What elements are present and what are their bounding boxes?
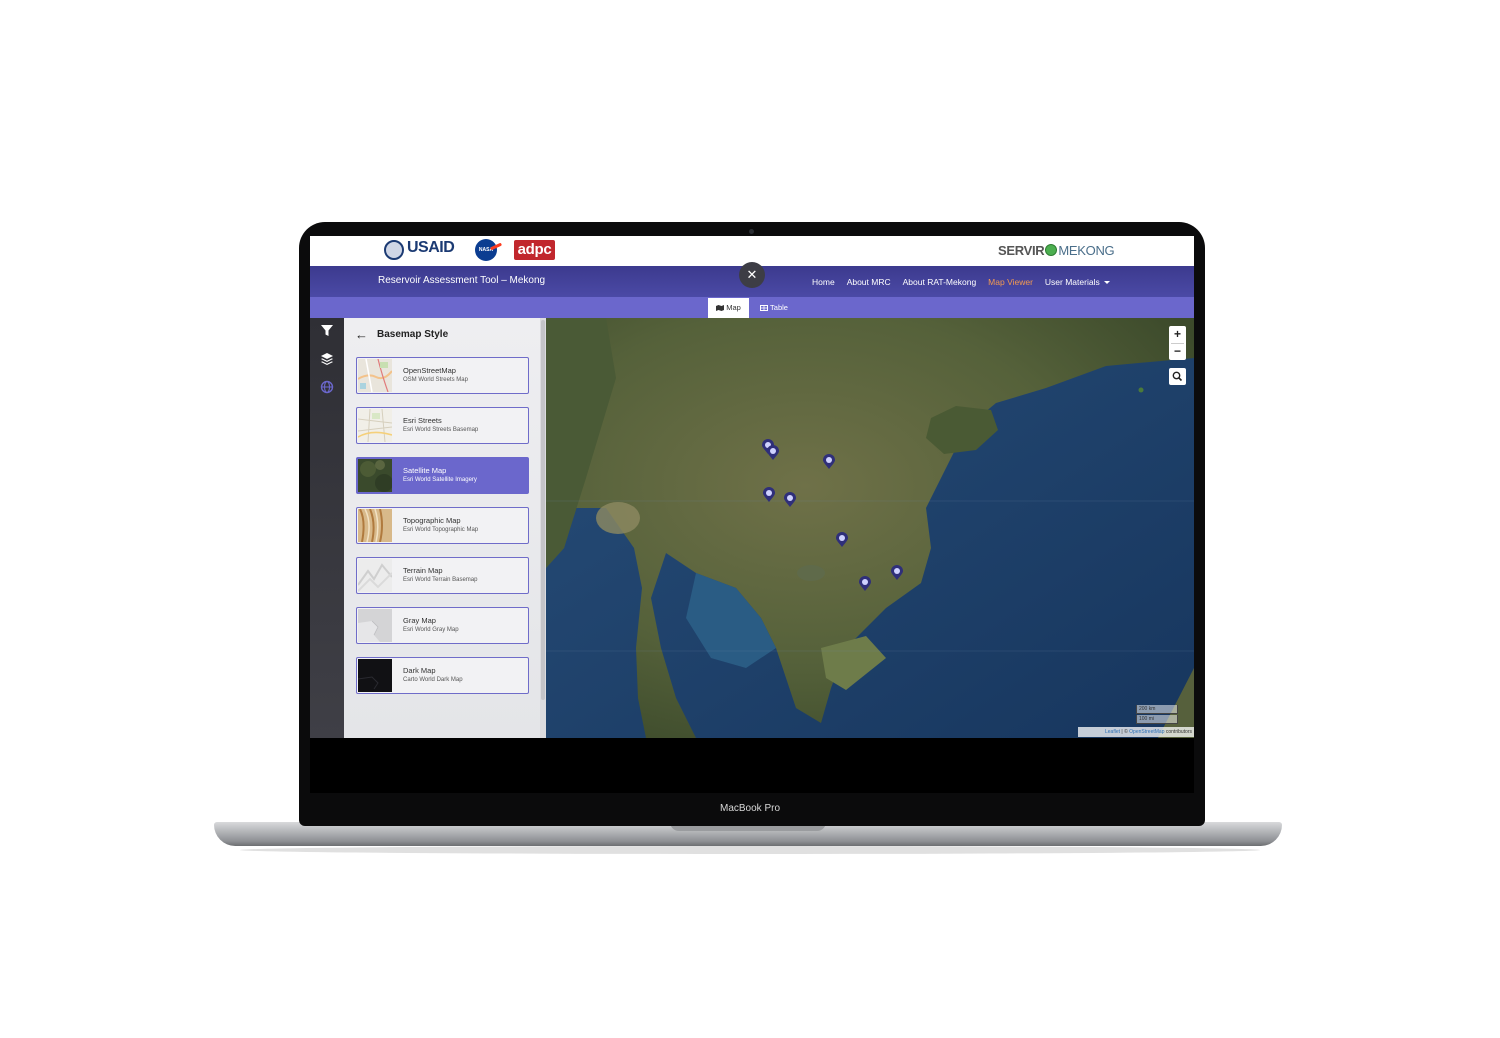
basemap-option-esri-streets[interactable]: Esri Streets Esri World Streets Basemap — [356, 407, 529, 444]
basemap-name: Terrain Map — [403, 566, 443, 575]
reservoir-marker[interactable] — [767, 445, 779, 460]
attribution-separator: | © — [1120, 729, 1130, 735]
gray-thumbnail — [358, 609, 392, 642]
zoom-out-button[interactable]: − — [1169, 343, 1186, 360]
esri-streets-thumbnail — [358, 409, 392, 442]
reservoir-marker[interactable] — [823, 454, 835, 469]
back-arrow-icon[interactable]: ← — [355, 327, 368, 342]
panel-title: Basemap Style — [377, 329, 449, 340]
reservoir-marker[interactable] — [859, 576, 871, 591]
map-scale: 200 km 100 mi — [1136, 705, 1178, 725]
reservoir-marker[interactable] — [763, 487, 775, 502]
basemap-desc: Esri World Terrain Basemap — [403, 577, 478, 583]
reservoir-marker[interactable] — [891, 565, 903, 580]
basemap-panel: ← Basemap Style OpenStreetMap OSM World … — [344, 318, 546, 738]
leaflet-link[interactable]: Leaflet — [1105, 729, 1120, 735]
nav-links: Home About MRC About RAT-Mekong Map View… — [812, 277, 1122, 291]
basemap-option-dark[interactable]: Dark Map Carto World Dark Map — [356, 657, 529, 694]
basemap-desc: Esri World Gray Map — [403, 627, 459, 633]
basemap-option-openstreetmap[interactable]: OpenStreetMap OSM World Streets Map — [356, 357, 529, 394]
map-canvas[interactable]: + − 200 km 100 mi Leaflet | © OpenStreet… — [546, 318, 1194, 738]
attribution-suffix: contributors — [1164, 729, 1192, 735]
globe-icon[interactable] — [320, 380, 334, 394]
basemap-option-gray[interactable]: Gray Map Esri World Gray Map — [356, 607, 529, 644]
servir-text: SERVIR — [998, 243, 1045, 258]
nav-map-viewer[interactable]: Map Viewer — [988, 277, 1033, 291]
osm-link[interactable]: OpenStreetMap — [1129, 729, 1164, 735]
map-icon — [716, 305, 725, 311]
basemap-name: Esri Streets — [403, 416, 442, 425]
usaid-seal-icon — [384, 240, 404, 260]
basemap-desc: Carto World Dark Map — [403, 677, 463, 683]
osm-thumbnail — [358, 359, 392, 392]
nav-about-mrc[interactable]: About MRC — [847, 277, 891, 291]
usaid-logo: USAID — [407, 239, 455, 256]
camera-icon — [749, 229, 754, 234]
panel-scrollbar-thumb[interactable] — [541, 320, 545, 700]
scale-mi: 100 mi — [1136, 715, 1178, 724]
nav-user-materials[interactable]: User Materials — [1045, 277, 1110, 291]
dark-thumbnail — [358, 659, 392, 692]
basemap-option-terrain[interactable]: Terrain Map Esri World Terrain Basemap — [356, 557, 529, 594]
basemap-name: OpenStreetMap — [403, 366, 456, 375]
nav-about-rat-mekong[interactable]: About RAT-Mekong — [903, 277, 977, 291]
servir-mekong-logo: SERVIR MEKONG — [998, 243, 1115, 258]
basemap-desc: OSM World Streets Map — [403, 377, 468, 383]
basemap-name: Dark Map — [403, 666, 436, 675]
basemap-option-satellite[interactable]: Satellite Map Esri World Satellite Image… — [356, 457, 529, 494]
adpc-logo: adpc — [514, 240, 555, 260]
nav-home[interactable]: Home — [812, 277, 835, 291]
satellite-thumbnail — [358, 459, 392, 492]
mekong-text: MEKONG — [1058, 243, 1115, 258]
search-icon — [1172, 371, 1183, 382]
satellite-imagery — [546, 318, 1194, 738]
caret-down-icon — [1103, 281, 1110, 284]
basemap-name: Gray Map — [403, 616, 436, 625]
reservoir-marker[interactable] — [784, 492, 796, 507]
basemap-desc: Esri World Satellite Imagery — [403, 477, 477, 483]
basemap-desc: Esri World Topographic Map — [403, 527, 479, 533]
reservoir-marker[interactable] — [1135, 382, 1147, 397]
app-title[interactable]: Reservoir Assessment Tool – Mekong — [378, 275, 545, 286]
view-tab-bar: Map Table — [310, 297, 1194, 318]
basemap-list: OpenStreetMap OSM World Streets Map Esri… — [356, 357, 529, 707]
laptop-shadow — [240, 846, 1260, 854]
tab-map[interactable]: Map — [708, 298, 749, 318]
device-label: MacBook Pro — [719, 803, 781, 814]
tab-map-label: Map — [726, 303, 741, 312]
screen: USAID NASA adpc SERVIR MEKONG Reservoir A… — [310, 236, 1194, 793]
close-button[interactable]: ✕ — [739, 262, 765, 288]
zoom-in-button[interactable]: + — [1169, 326, 1186, 343]
tab-table[interactable]: Table — [754, 298, 794, 318]
layers-icon[interactable] — [320, 352, 334, 366]
map-attribution: Leaflet | © OpenStreetMap contributors — [1078, 727, 1194, 737]
basemap-name: Topographic Map — [403, 516, 461, 525]
basemap-option-topographic[interactable]: Topographic Map Esri World Topographic M… — [356, 507, 529, 544]
tab-table-label: Table — [770, 303, 788, 312]
table-icon — [760, 305, 769, 311]
reservoir-marker[interactable] — [836, 532, 848, 547]
nav-user-materials-label: User Materials — [1044, 277, 1100, 287]
sidebar-icon-rail — [310, 318, 344, 738]
scale-km: 200 km — [1136, 705, 1178, 714]
basemap-name: Satellite Map — [403, 466, 447, 475]
terrain-thumbnail — [358, 559, 392, 592]
zoom-control: + − — [1169, 326, 1186, 360]
globe-logo-icon — [1045, 244, 1058, 256]
map-search-button[interactable] — [1169, 368, 1186, 385]
topographic-thumbnail — [358, 509, 392, 542]
filter-icon[interactable] — [320, 324, 334, 338]
nasa-logo: NASA — [475, 239, 497, 261]
basemap-desc: Esri World Streets Basemap — [403, 427, 479, 433]
